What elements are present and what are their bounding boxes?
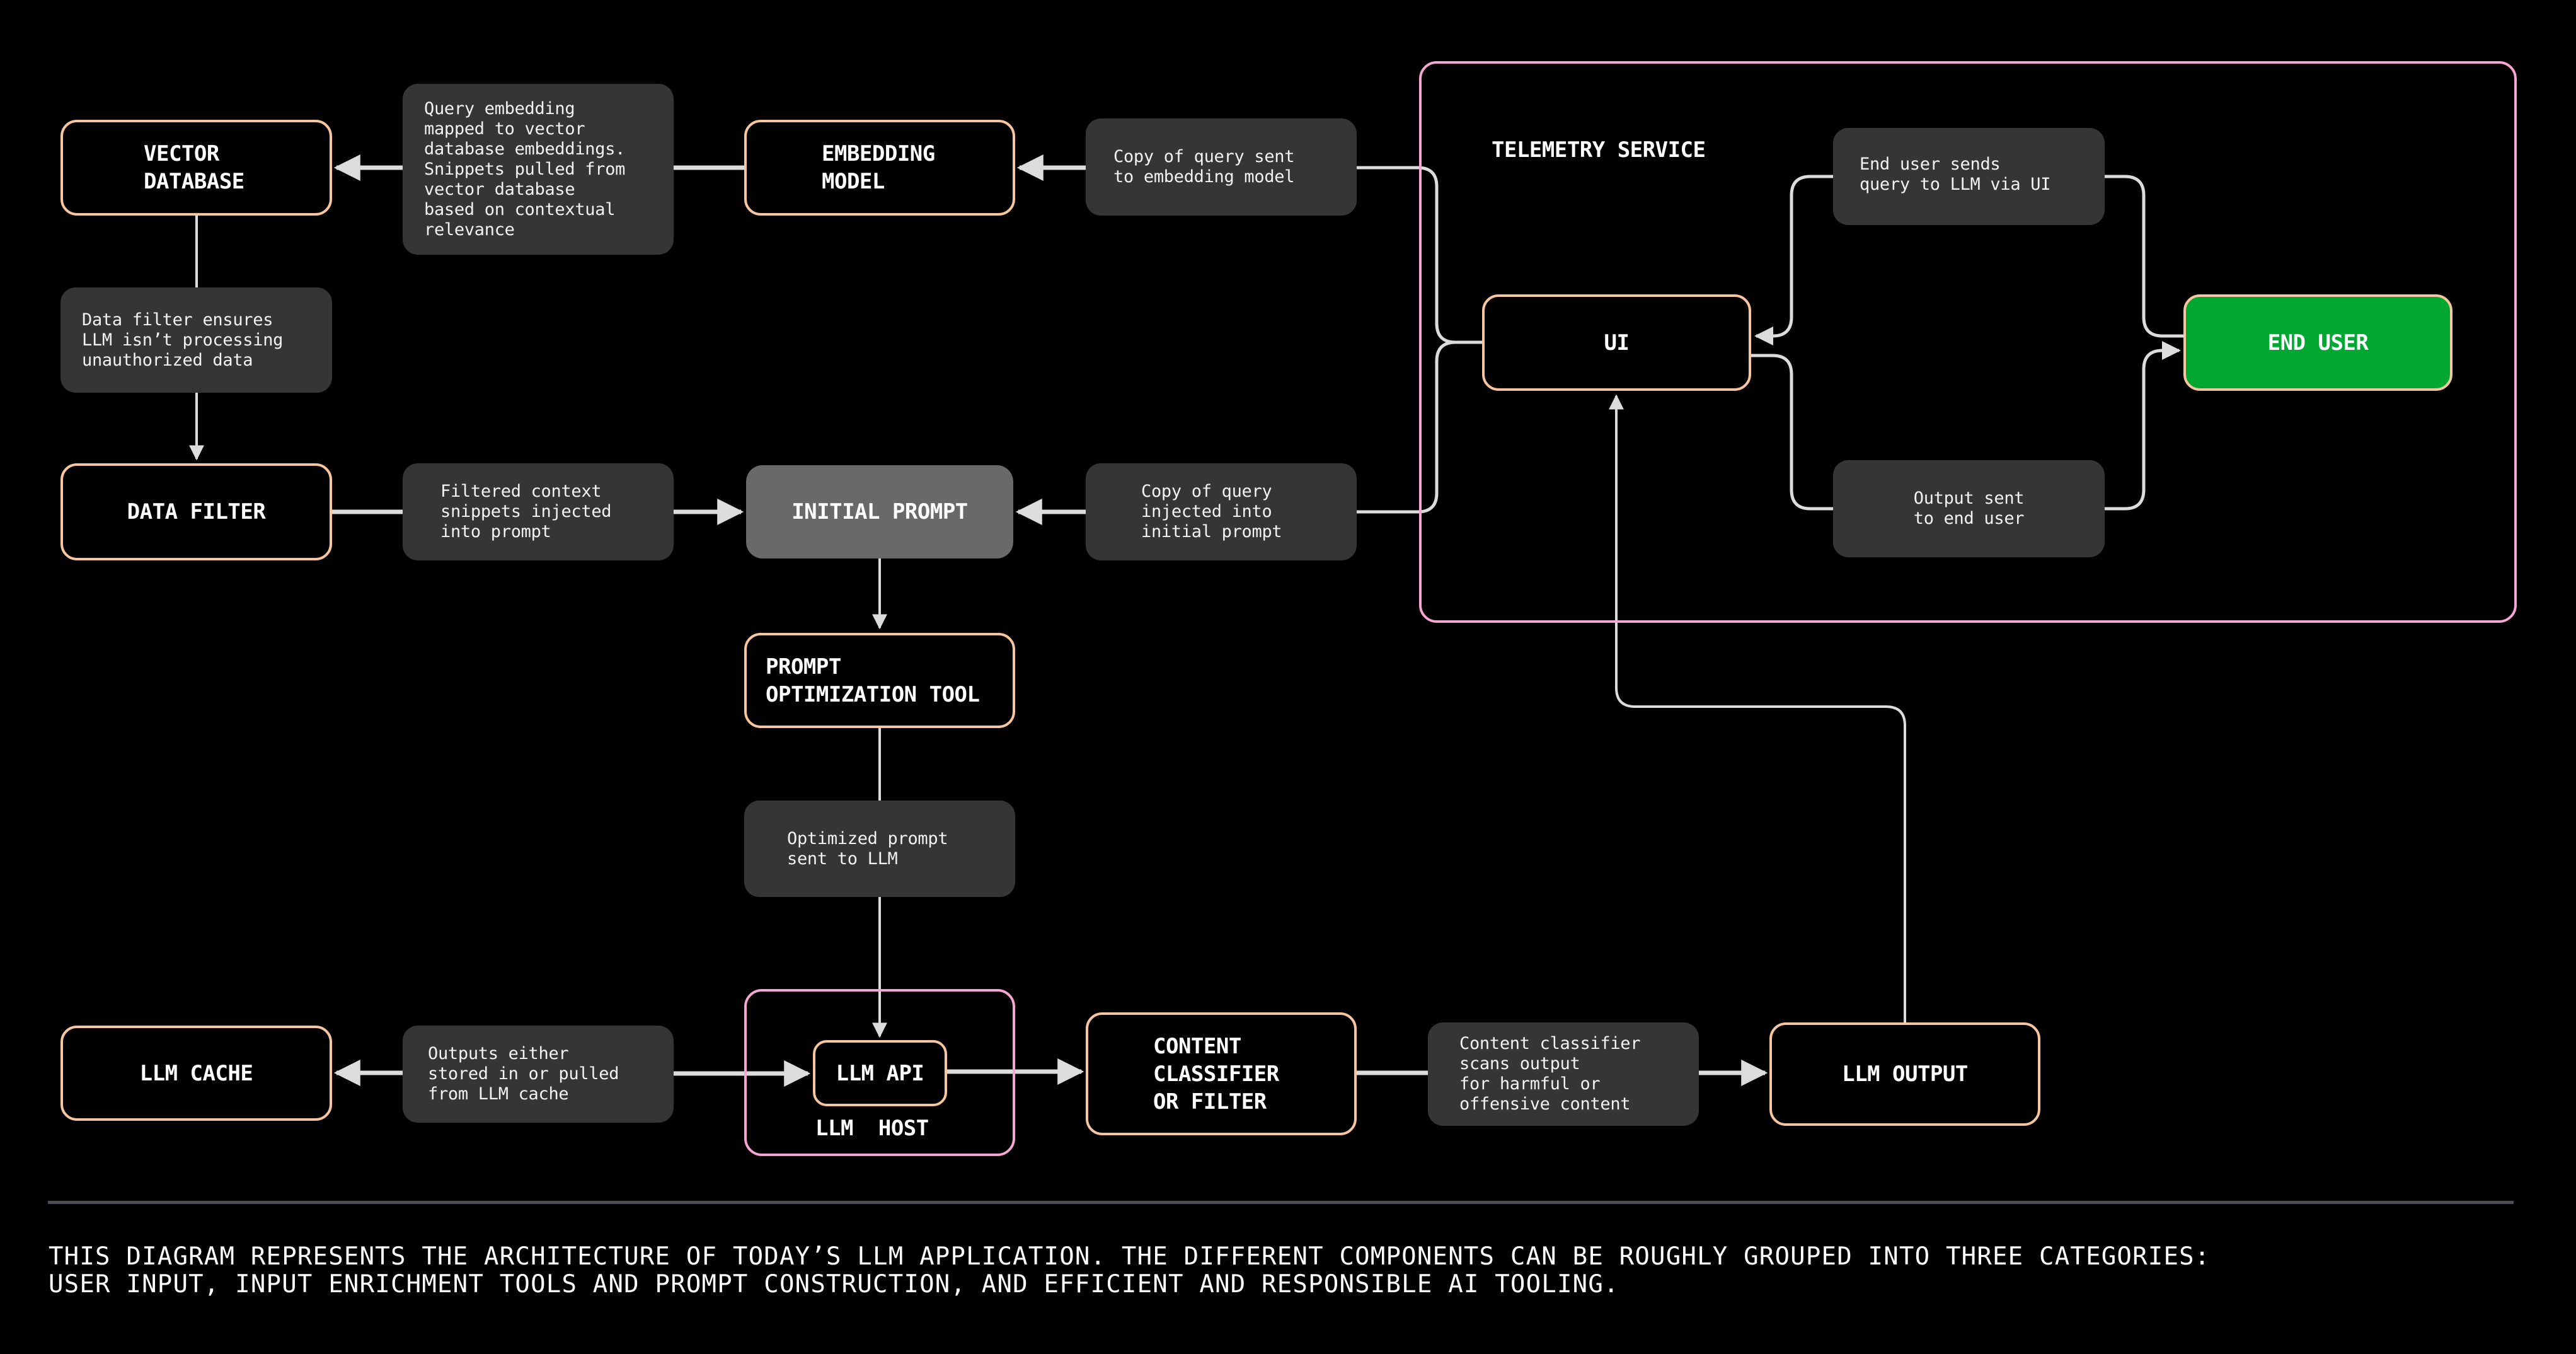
telemetry-service-label: TELEMETRY SERVICE xyxy=(1492,137,1706,163)
llm-output-node[interactable]: LLM OUTPUT xyxy=(1769,1022,2040,1126)
llm-api-label: LLM API xyxy=(836,1060,924,1086)
llm-output-label: LLM OUTPUT xyxy=(1842,1062,1968,1087)
ui-label: UI xyxy=(1604,330,1630,356)
llm-api-node[interactable]: LLM API xyxy=(813,1040,947,1106)
content-classifier-node[interactable]: CONTENT CLASSIFIER OR FILTER xyxy=(1086,1012,1357,1135)
end-user-label: END USER xyxy=(2267,330,2369,356)
note-copy-to-embedding-text: Copy of query sent to embedding model xyxy=(1113,147,1295,187)
note-data-filter-ensures: Data filter ensures LLM isn’t processing… xyxy=(60,287,332,393)
llm-cache-label: LLM CACHE xyxy=(139,1060,253,1086)
content-classifier-label: CONTENT CLASSIFIER OR FILTER xyxy=(1153,1033,1279,1114)
note-end-user-sends: End user sends query to LLM via UI xyxy=(1833,128,2105,225)
note-copy-to-embedding: Copy of query sent to embedding model xyxy=(1086,119,1357,216)
note-output-sent: Output sent to end user xyxy=(1833,460,2105,557)
embedding-model-node[interactable]: EMBEDDING MODEL xyxy=(744,120,1015,216)
note-filtered-context: Filtered context snippets injected into … xyxy=(403,463,674,560)
note-query-embedding-text: Query embedding mapped to vector databas… xyxy=(424,98,626,240)
end-user-node[interactable]: END USER xyxy=(2183,294,2452,391)
data-filter-label: DATA FILTER xyxy=(127,499,266,524)
note-content-classifier-scans: Content classifier scans output for harm… xyxy=(1428,1022,1699,1126)
vector-database-label: VECTOR DATABASE xyxy=(144,141,244,194)
note-output-sent-text: Output sent to end user xyxy=(1913,489,2025,528)
note-outputs-cache: Outputs either stored in or pulled from … xyxy=(403,1026,674,1123)
note-optimized-prompt: Optimized prompt sent to LLM xyxy=(744,801,1015,897)
note-optimized-prompt-text: Optimized prompt sent to LLM xyxy=(787,828,948,869)
llm-host-label: LLM HOST xyxy=(815,1116,929,1141)
note-content-classifier-scans-text: Content classifier scans output for harm… xyxy=(1459,1034,1641,1114)
llm-cache-node[interactable]: LLM CACHE xyxy=(60,1026,332,1121)
data-filter-node[interactable]: DATA FILTER xyxy=(60,463,332,560)
note-end-user-sends-text: End user sends query to LLM via UI xyxy=(1860,154,2051,194)
note-filtered-context-text: Filtered context snippets injected into … xyxy=(440,482,612,541)
note-query-embedding: Query embedding mapped to vector databas… xyxy=(403,84,674,255)
footer-caption: THIS DIAGRAM REPRESENTS THE ARCHITECTURE… xyxy=(49,1242,2211,1299)
footer-divider xyxy=(48,1201,2514,1204)
note-copy-to-initial-prompt-text: Copy of query injected into initial prom… xyxy=(1141,482,1282,541)
ui-node[interactable]: UI xyxy=(1482,294,1751,391)
note-copy-to-initial-prompt: Copy of query injected into initial prom… xyxy=(1086,463,1357,560)
vector-database-node[interactable]: VECTOR DATABASE xyxy=(60,120,332,216)
initial-prompt-label: INITIAL PROMPT xyxy=(791,499,968,524)
initial-prompt-node[interactable]: INITIAL PROMPT xyxy=(746,465,1013,558)
note-data-filter-ensures-text: Data filter ensures LLM isn’t processing… xyxy=(82,310,284,370)
embedding-model-label: EMBEDDING MODEL xyxy=(822,141,935,194)
prompt-optimization-tool-label: PROMPT OPTIMIZATION TOOL xyxy=(766,654,980,707)
prompt-optimization-tool-node[interactable]: PROMPT OPTIMIZATION TOOL xyxy=(744,633,1015,728)
note-outputs-cache-text: Outputs either stored in or pulled from … xyxy=(428,1044,619,1104)
